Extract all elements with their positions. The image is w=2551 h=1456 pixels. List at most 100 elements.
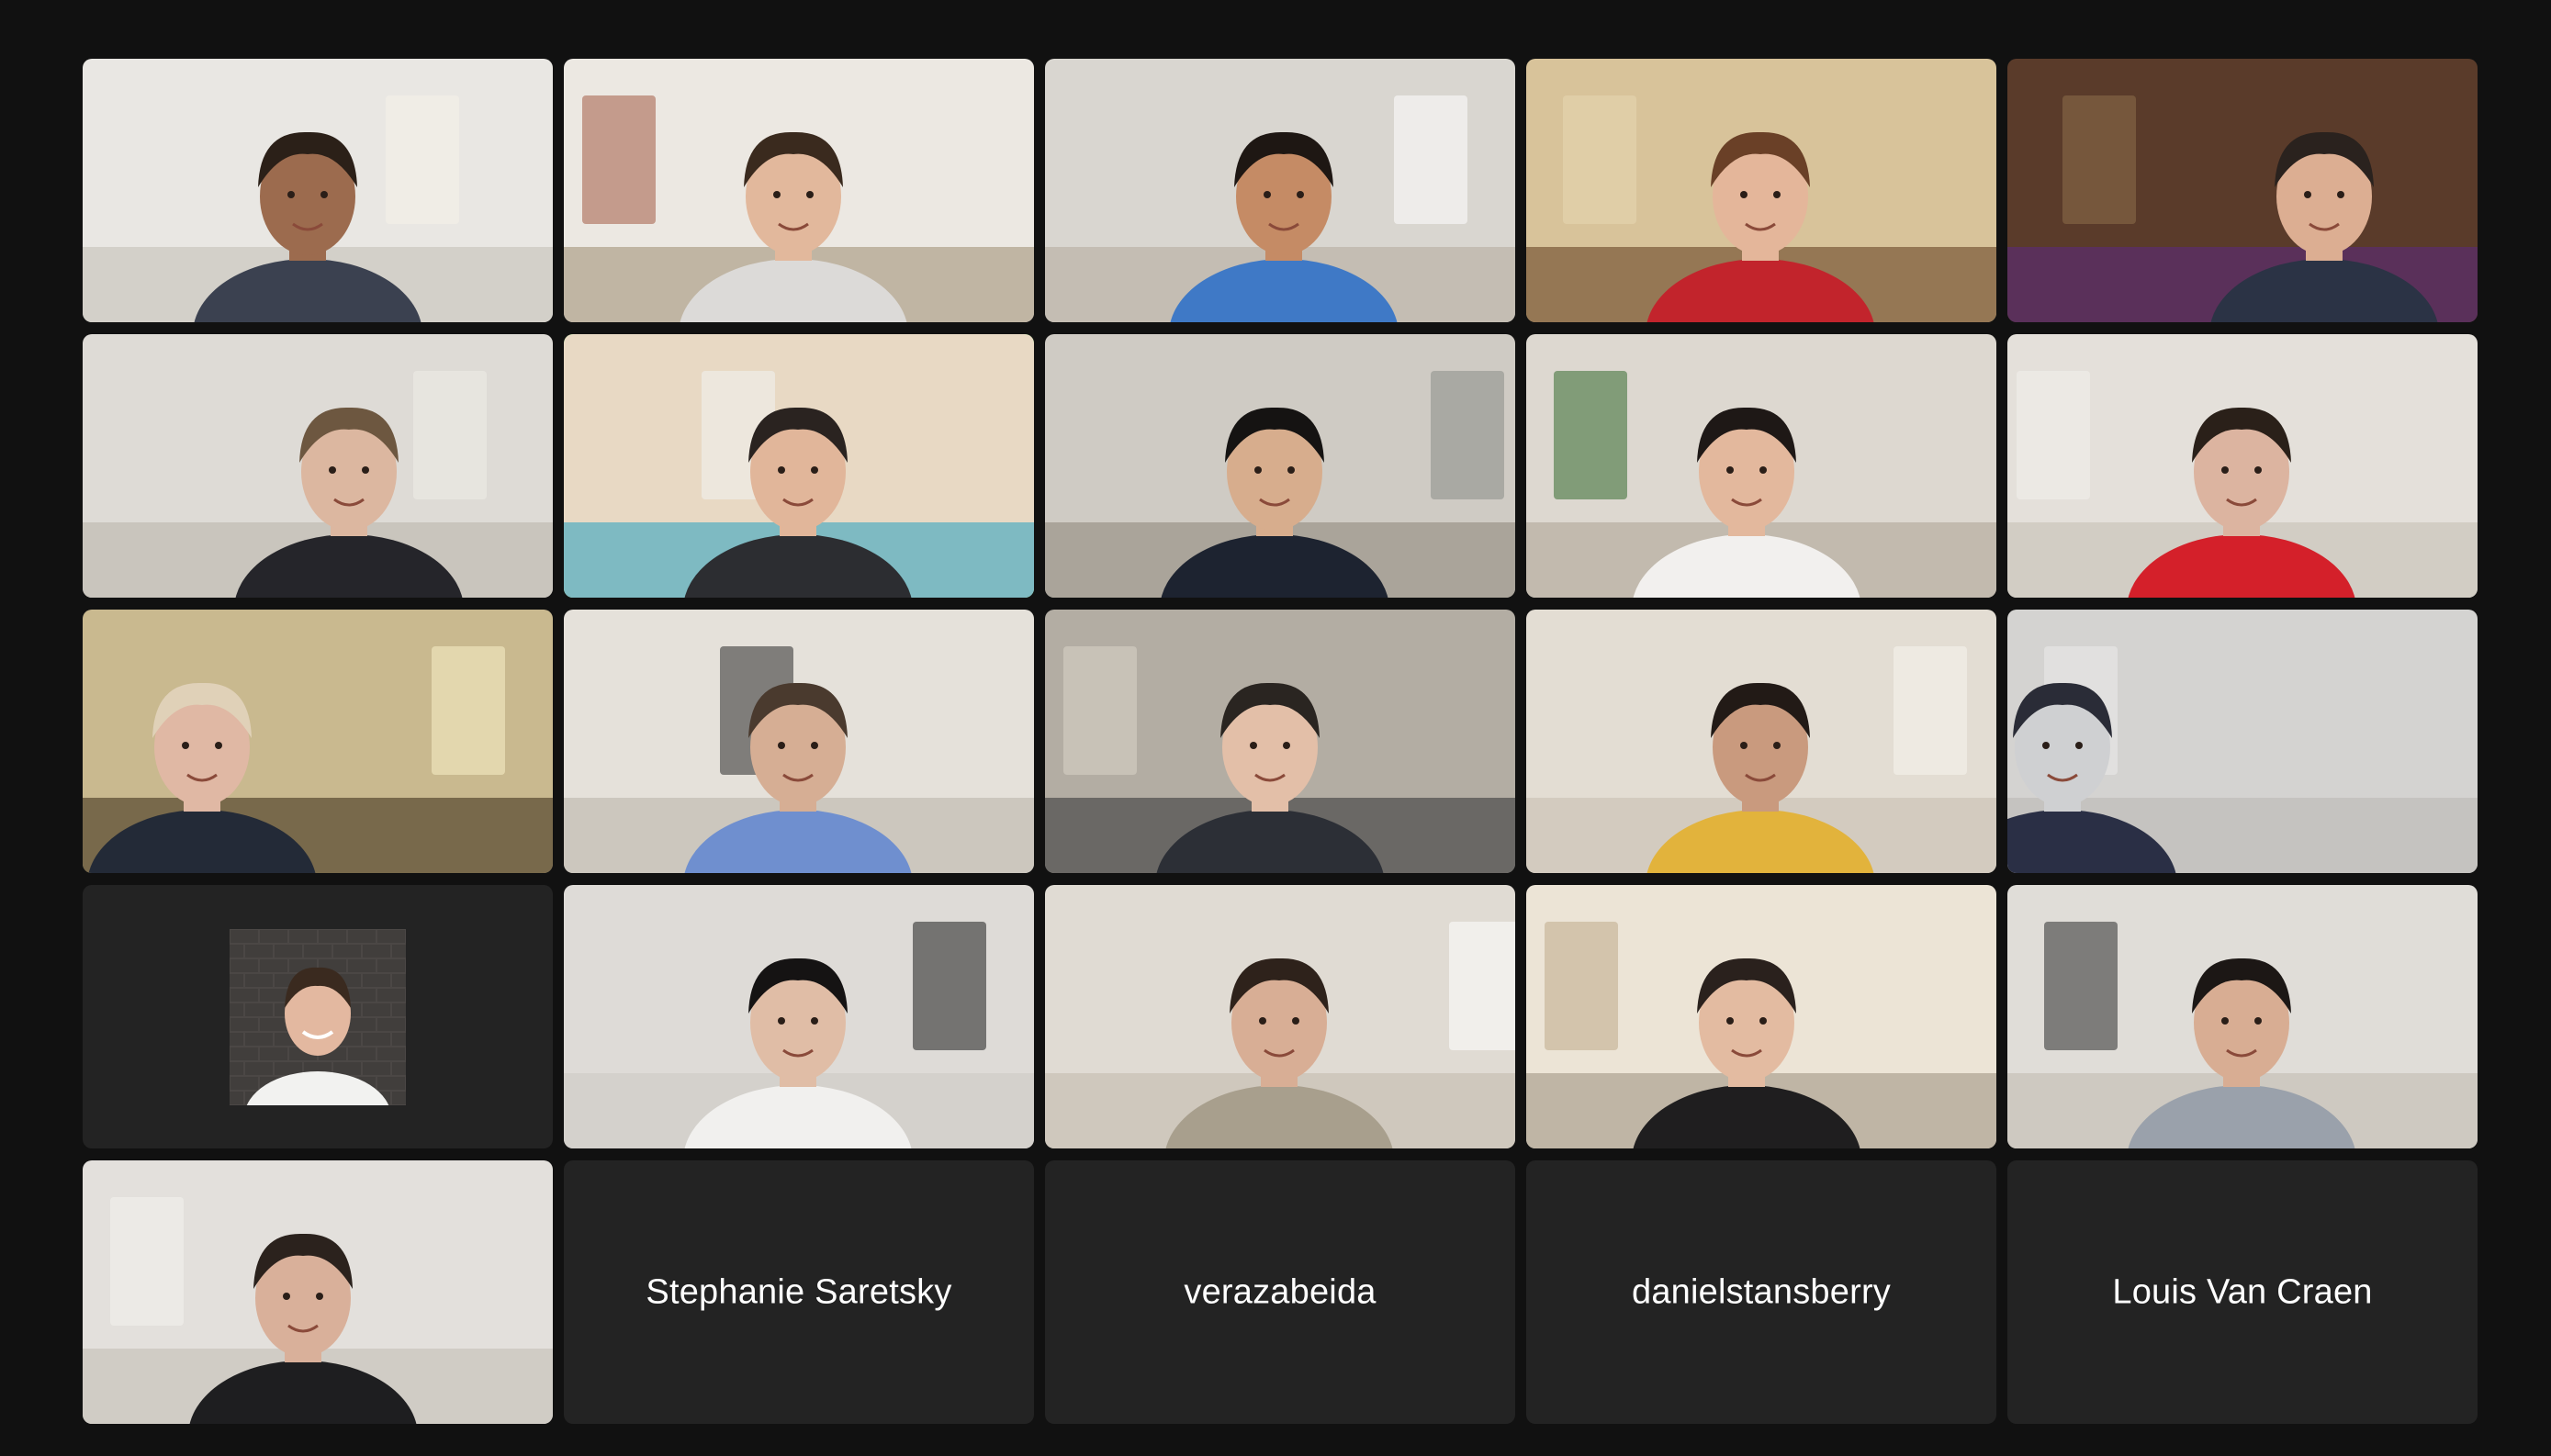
brick [230, 1017, 258, 1031]
participant-eye [1254, 466, 1262, 474]
brick [260, 1017, 287, 1031]
participant-eye [2304, 191, 2311, 198]
brick [392, 1091, 406, 1104]
participant-eye [1740, 191, 1747, 198]
brick [260, 988, 287, 1002]
participant-tile[interactable] [2007, 59, 2478, 322]
brick [392, 1061, 406, 1075]
participant-tile[interactable] [1526, 610, 1996, 873]
participant-eye [1283, 742, 1290, 749]
participant-eye [778, 1017, 785, 1025]
participant-eye [215, 742, 222, 749]
background-detail [1449, 922, 1515, 1050]
participant-eye [1759, 1017, 1767, 1025]
participant-tile[interactable]: danielstansberry [1526, 1160, 1996, 1424]
video-feed [564, 59, 1034, 322]
participant-eye [2221, 1017, 2229, 1025]
background-detail [1394, 95, 1467, 224]
participant-tile[interactable] [2007, 334, 2478, 598]
brick [230, 1076, 258, 1090]
background-detail [1894, 646, 1967, 775]
participant-eye [1773, 742, 1781, 749]
background-detail [1554, 371, 1627, 499]
video-feed [1526, 885, 1996, 1148]
brick [230, 1047, 258, 1060]
participant-eye [778, 466, 785, 474]
participant-eye [287, 191, 295, 198]
brick [230, 1061, 243, 1075]
participant-eye [182, 742, 189, 749]
participant-tile[interactable] [1045, 59, 1515, 322]
participant-eye [1726, 1017, 1734, 1025]
background-detail [110, 1197, 184, 1326]
brick [377, 1076, 405, 1090]
brick [230, 929, 258, 943]
participant-tile[interactable]: Stephanie Saretsky [564, 1160, 1034, 1424]
brick [230, 958, 258, 972]
participant-tile[interactable] [564, 59, 1034, 322]
video-feed [1526, 334, 1996, 598]
participant-tile[interactable]: verazabeida [1045, 1160, 1515, 1424]
participant-tile[interactable] [1526, 885, 1996, 1148]
video-feed [83, 334, 553, 598]
participant-tile[interactable] [83, 334, 553, 598]
video-feed [1526, 59, 1996, 322]
participant-eye [778, 742, 785, 749]
participant-tile-active-speaker[interactable] [564, 334, 1034, 598]
brick [377, 1017, 405, 1031]
avatar-image [230, 928, 406, 1105]
participant-tile[interactable] [1045, 885, 1515, 1148]
brick [260, 1047, 287, 1060]
background-detail [913, 922, 986, 1050]
brick [245, 1002, 273, 1016]
participant-gallery: Stephanie Saretsky verazabeida danielstans… [83, 59, 2478, 1424]
participant-eye [283, 1293, 290, 1300]
brick [392, 944, 406, 958]
video-feed [564, 334, 1034, 598]
background-detail [386, 95, 459, 224]
brick [348, 1047, 376, 1060]
background-detail [582, 95, 656, 224]
participant-eye [1773, 191, 1781, 198]
profile-photo [230, 928, 406, 1105]
background-detail [2017, 371, 2090, 499]
video-feed [1045, 885, 1515, 1148]
brick [230, 973, 243, 987]
participant-tile[interactable] [1045, 610, 1515, 873]
brick [230, 1002, 243, 1016]
participant-eye [316, 1293, 323, 1300]
brick [245, 944, 273, 958]
brick [230, 944, 243, 958]
brick [260, 958, 287, 972]
participant-tile[interactable] [1045, 334, 1515, 598]
brick [363, 944, 390, 958]
brick [333, 944, 361, 958]
participant-eye [2075, 742, 2083, 749]
brick [348, 958, 376, 972]
participant-tile[interactable]: Louis Van Craen [2007, 1160, 2478, 1424]
participant-eye [2042, 742, 2050, 749]
brick [245, 973, 273, 987]
participant-eye [2337, 191, 2344, 198]
participant-eye [1259, 1017, 1266, 1025]
participant-tile[interactable] [83, 1160, 553, 1424]
video-feed [2007, 885, 2478, 1148]
participant-tile[interactable] [564, 610, 1034, 873]
participant-tile[interactable] [2007, 885, 2478, 1148]
participant-tile[interactable] [83, 59, 553, 322]
brick [260, 929, 287, 943]
participant-tile[interactable] [1526, 334, 1996, 598]
participant-eye [806, 191, 814, 198]
participant-eye [1726, 466, 1734, 474]
background-detail [1063, 646, 1137, 775]
brick [289, 929, 317, 943]
participant-tile[interactable] [2007, 610, 2478, 873]
brick [275, 944, 302, 958]
video-feed [2007, 610, 2478, 873]
participant-tile[interactable] [83, 610, 553, 873]
participant-eye [2254, 466, 2262, 474]
participant-tile[interactable] [1526, 59, 1996, 322]
participant-tile[interactable] [564, 885, 1034, 1148]
brick [363, 1061, 390, 1075]
participant-tile[interactable] [83, 885, 553, 1148]
